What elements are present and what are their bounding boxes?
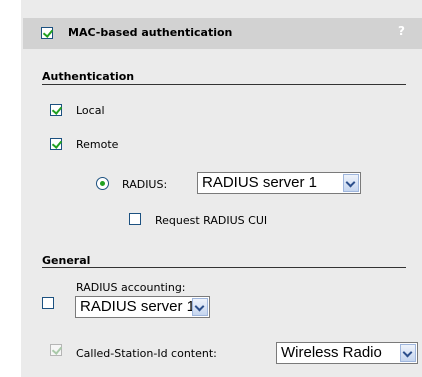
authentication-title: Authentication [42,70,135,83]
accounting-server-value: RADIUS server 1 [80,298,196,315]
remote-checkbox[interactable] [50,138,62,150]
request-cui-checkbox[interactable] [129,213,141,225]
help-icon[interactable]: ? [398,24,405,38]
called-station-value: Wireless Radio [281,344,382,361]
mac-auth-label: MAC-based authentication [68,26,233,39]
radius-accounting-checkbox[interactable] [42,297,54,309]
local-checkbox[interactable] [50,104,62,116]
chevron-down-icon [343,174,359,192]
request-cui-label: Request RADIUS CUI [155,214,268,227]
called-station-select[interactable]: Wireless Radio [276,342,418,364]
local-label: Local [76,104,105,117]
general-title: General [42,254,91,267]
mac-auth-checkbox[interactable] [41,27,53,39]
remote-label: Remote [76,138,119,151]
chevron-down-icon [400,344,416,362]
general-divider [42,267,406,268]
called-station-label: Called-Station-Id content: [76,347,217,360]
radius-radio[interactable] [96,177,109,190]
authentication-divider [42,84,406,85]
radius-label: RADIUS: [122,178,168,191]
radius-server-value: RADIUS server 1 [202,174,318,191]
chevron-down-icon [192,298,208,316]
called-station-checkbox [50,344,62,356]
accounting-server-select[interactable]: RADIUS server 1 [75,296,210,318]
radius-accounting-label: RADIUS accounting: [76,281,186,294]
radius-server-select[interactable]: RADIUS server 1 [197,172,361,194]
